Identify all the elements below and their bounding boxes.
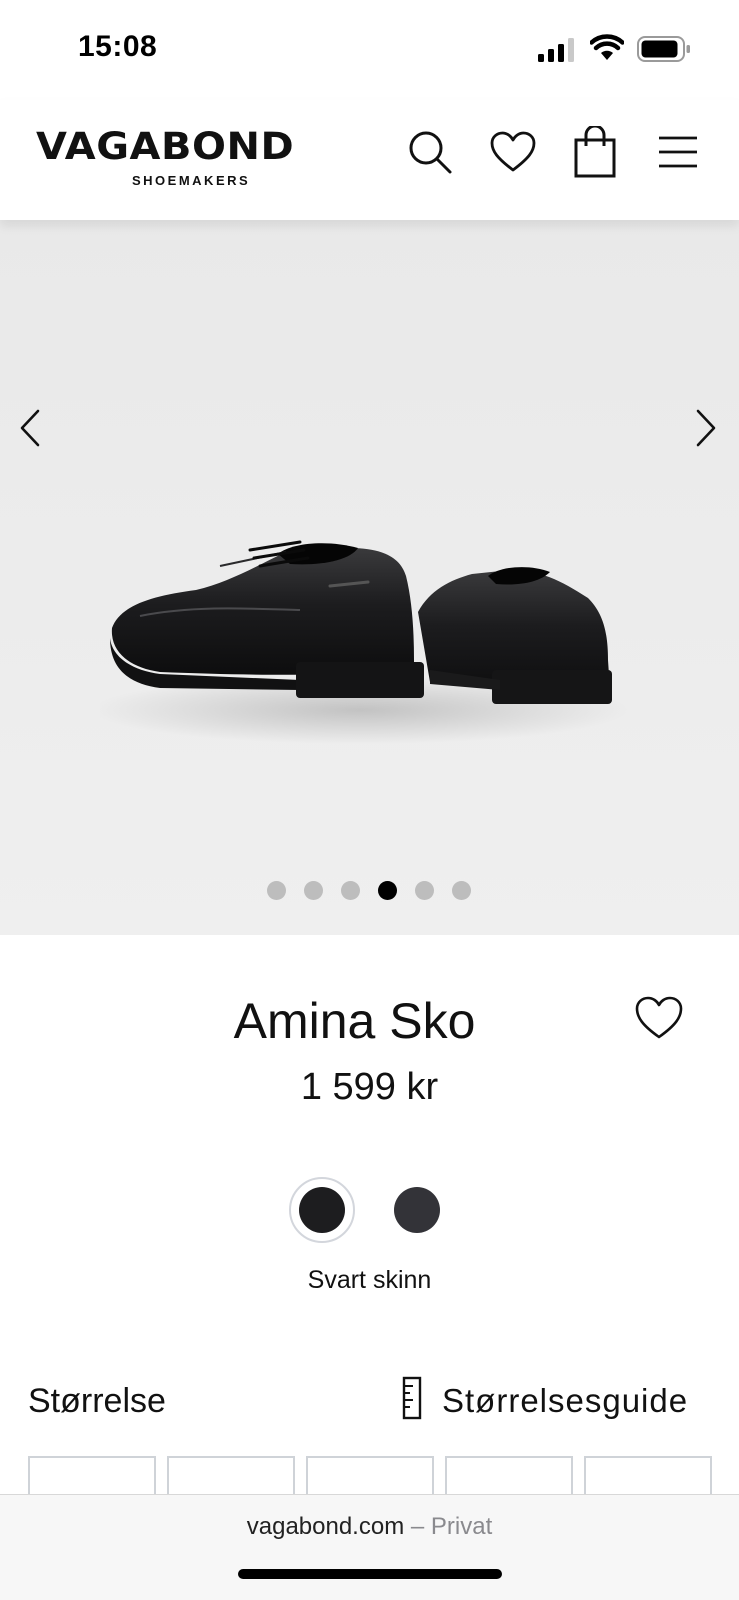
carousel-pagination [267,881,471,900]
status-bar: 15:08 [0,0,739,100]
hamburger-menu-icon[interactable] [653,126,703,178]
shopping-bag-icon[interactable] [570,126,620,178]
carousel-dot[interactable] [452,881,471,900]
size-heading: Størrelse [28,1382,166,1420]
selected-color-label: Svart skinn [307,1266,432,1294]
product-title: Amina Sko [233,993,476,1049]
cellular-signal-icon [538,38,576,67]
logo-tagline: SHOEMAKERS [132,173,251,188]
product-image-carousel[interactable] [0,220,739,935]
carousel-dot[interactable] [304,881,323,900]
browsing-mode-label: – Privat [410,1513,493,1540]
battery-icon [637,36,691,67]
add-to-wishlist-heart-icon[interactable] [634,995,684,1041]
color-swatch-selected[interactable] [289,1177,355,1243]
search-icon[interactable] [405,126,455,178]
carousel-dot-active[interactable] [378,881,397,900]
product-image [100,540,630,744]
carousel-dot[interactable] [267,881,286,900]
vagabond-logo[interactable]: VAGABOND SHOEMAKERS [36,128,346,188]
size-guide-link[interactable]: Størrelsesguide [402,1376,688,1425]
home-indicator[interactable] [238,1569,502,1579]
size-guide-label: Størrelsesguide [442,1381,689,1419]
carousel-dot[interactable] [415,881,434,900]
status-time: 15:08 [78,30,158,63]
carousel-dot[interactable] [341,881,360,900]
site-header: VAGABOND SHOEMAKERS [0,100,739,220]
color-swatch[interactable] [394,1187,440,1233]
ruler-icon [402,1376,422,1425]
chevron-right-icon[interactable] [684,398,728,458]
product-price: 1 599 kr [300,1066,439,1108]
chevron-left-icon[interactable] [8,398,52,458]
wifi-icon [589,34,625,67]
browser-address-bar[interactable]: vagabond.com – Privat [0,1494,739,1600]
heart-icon[interactable] [488,126,538,178]
url-domain: vagabond.com [246,1513,405,1540]
url-display[interactable]: vagabond.com – Privat [0,1513,739,1541]
logo-wordmark: VAGABOND [36,125,295,168]
color-swatch-fill [299,1187,345,1233]
